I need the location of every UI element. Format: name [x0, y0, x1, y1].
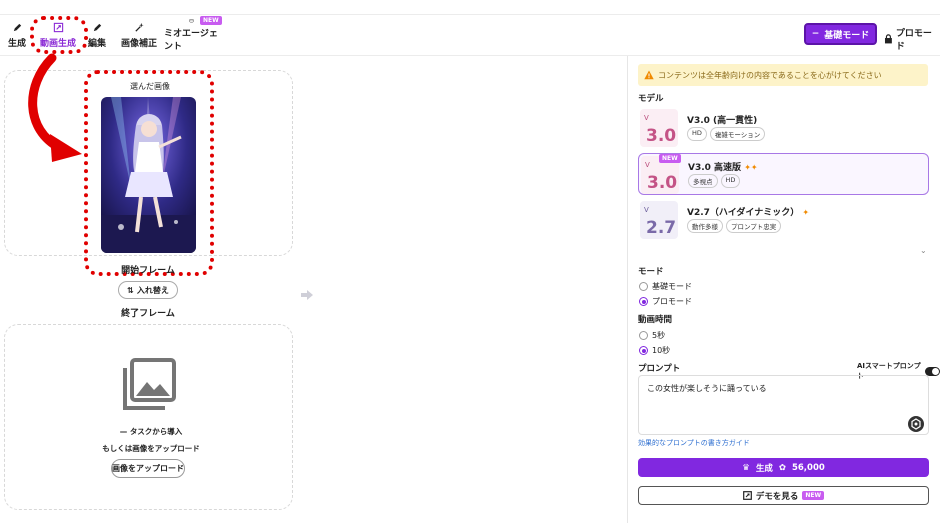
- model-tag: HD: [687, 127, 707, 141]
- sparkle-icon: ✦✦: [744, 163, 758, 172]
- top-nav: 生成 動画生成 編集 画像補正 ミオエージェント NEW: [0, 16, 600, 54]
- toggle-switch[interactable]: [925, 366, 940, 376]
- header-divider: [0, 55, 940, 56]
- model-tags: HD 複雑モーション: [687, 127, 766, 141]
- swap-button[interactable]: ⇅ 入れ替え: [118, 281, 178, 299]
- radio-button[interactable]: [639, 297, 648, 306]
- dash-icon: —: [119, 427, 130, 436]
- radio-pro-mode[interactable]: プロモード: [639, 296, 692, 307]
- sparkle-tool-icon: [134, 22, 144, 32]
- crown-icon: ♛: [742, 462, 750, 473]
- top-divider: [0, 14, 940, 15]
- model-option-v27-dynamic[interactable]: V 2.7 V2.7（ハイダイナミック） ✦ 動作多様 プロンプト忠実: [638, 199, 929, 241]
- radio-label: プロモード: [652, 297, 692, 306]
- model-tag: プロンプト忠実: [726, 219, 782, 233]
- model-tag: HD: [720, 174, 741, 188]
- or-upload-text: もしくは画像をアップロード: [102, 444, 200, 453]
- svg-text:2.7: 2.7: [646, 218, 676, 238]
- model-tag: 複雑モーション: [709, 127, 766, 141]
- radio-label: 5秒: [652, 331, 666, 340]
- svg-text:V: V: [645, 161, 650, 169]
- sparkle-icon: ✦: [802, 208, 810, 217]
- end-frame-dropzone[interactable]: [4, 324, 293, 510]
- model-new-badge: NEW: [659, 154, 681, 163]
- radio-duration-5s[interactable]: 5秒: [639, 330, 665, 341]
- panel-divider: [627, 56, 628, 523]
- watch-demo-button[interactable]: デモを見る NEW: [638, 486, 929, 505]
- pencil-icon: [13, 23, 21, 31]
- minus-icon: −: [811, 29, 820, 39]
- new-badge: NEW: [200, 16, 222, 25]
- warning-icon: [644, 70, 654, 80]
- model-option-v30-fast[interactable]: V 3.0 NEW V3.0 高速版 ✦✦ 多視点 HD: [638, 153, 929, 195]
- model-tag: 多視点: [688, 174, 718, 188]
- credit-icon: ✿: [778, 462, 786, 473]
- model-tags: 多視点 HD: [688, 174, 741, 188]
- radio-basic-mode[interactable]: 基礎モード: [639, 281, 692, 292]
- pro-mode-label: プロモード: [895, 29, 932, 52]
- upload-image-button[interactable]: 画像をアップロード: [111, 459, 185, 478]
- duration-section-title: 動画時間: [638, 315, 673, 325]
- model-section-title: モデル: [638, 94, 664, 104]
- lock-icon: [884, 34, 892, 44]
- credit-cost: 56,000: [791, 462, 825, 473]
- pro-mode-button[interactable]: プロモード: [884, 26, 940, 52]
- pencil-icon: [93, 23, 101, 31]
- agent-icon: [188, 19, 194, 23]
- image-gallery-icon: [123, 358, 176, 410]
- svg-text:3.0: 3.0: [647, 173, 677, 193]
- ai-assist-icon[interactable]: [908, 416, 924, 432]
- arrow-right-icon: [301, 290, 313, 300]
- demo-new-badge: NEW: [802, 491, 825, 500]
- tab-label: ミオエージェント: [164, 29, 218, 52]
- prompt-textarea[interactable]: この女性が楽しそうに踊っている: [638, 375, 929, 435]
- svg-text:V: V: [644, 206, 649, 214]
- radio-duration-10s[interactable]: 10秒: [639, 345, 670, 356]
- warning-text: コンテンツは全年齢向けの内容であることを心がけてください: [658, 70, 882, 80]
- model-tags: 動作多様 プロンプト忠実: [687, 219, 782, 233]
- tab-image-enhance[interactable]: 画像補正: [120, 18, 158, 52]
- tab-generate[interactable]: 生成: [6, 18, 28, 52]
- svg-text:3.0: 3.0: [646, 126, 676, 146]
- import-from-task-link[interactable]: — タスクから導入: [96, 426, 206, 437]
- tab-label: 画像補正: [120, 38, 157, 49]
- end-frame-label: 終了フレーム: [121, 309, 175, 319]
- generate-label: 生成: [755, 463, 773, 474]
- model-name: V2.7（ハイダイナミック） ✦: [687, 208, 810, 218]
- radio-label: 10秒: [652, 346, 671, 355]
- tab-label: 生成: [7, 38, 26, 49]
- highlight-image-box: [84, 70, 214, 276]
- swap-icon: ⇅: [127, 285, 134, 295]
- model-thumbnail: V 2.7: [640, 201, 678, 239]
- import-label: タスクから導入: [129, 427, 183, 436]
- content-warning: コンテンツは全年齢向けの内容であることを心がけてください: [638, 64, 928, 86]
- prompt-section-title: プロンプト: [638, 364, 681, 374]
- radio-button[interactable]: [639, 346, 648, 355]
- demo-label: デモを見る: [755, 491, 799, 502]
- generate-button[interactable]: ♛ 生成 ✿ 56,000: [638, 458, 929, 477]
- basic-mode-label: 基礎モード: [824, 30, 870, 41]
- radio-button[interactable]: [639, 331, 648, 340]
- basic-mode-button[interactable]: − 基礎モード: [804, 23, 877, 45]
- model-name: V3.0 (高一貫性): [687, 116, 758, 126]
- model-name: V3.0 高速版 ✦✦: [688, 163, 758, 173]
- chevron-down-icon[interactable]: ⌄: [920, 246, 927, 255]
- radio-button[interactable]: [639, 282, 648, 291]
- model-option-v30-consistency[interactable]: V 3.0 V3.0 (高一貫性) HD 複雑モーション: [638, 107, 929, 149]
- prompt-guide-link[interactable]: 効果的なプロンプトの書き方ガイド: [638, 438, 750, 448]
- tab-label: 編集: [87, 38, 106, 49]
- svg-text:V: V: [644, 114, 649, 122]
- mode-section-title: モード: [638, 267, 664, 277]
- swap-label: 入れ替え: [136, 285, 169, 295]
- highlight-tab-box: [30, 16, 88, 54]
- external-link-icon: [742, 491, 752, 500]
- model-tag: 動作多様: [687, 219, 723, 233]
- radio-label: 基礎モード: [652, 282, 692, 291]
- model-thumbnail: V 3.0: [640, 109, 678, 147]
- start-frame-label: 開始フレーム: [121, 266, 175, 276]
